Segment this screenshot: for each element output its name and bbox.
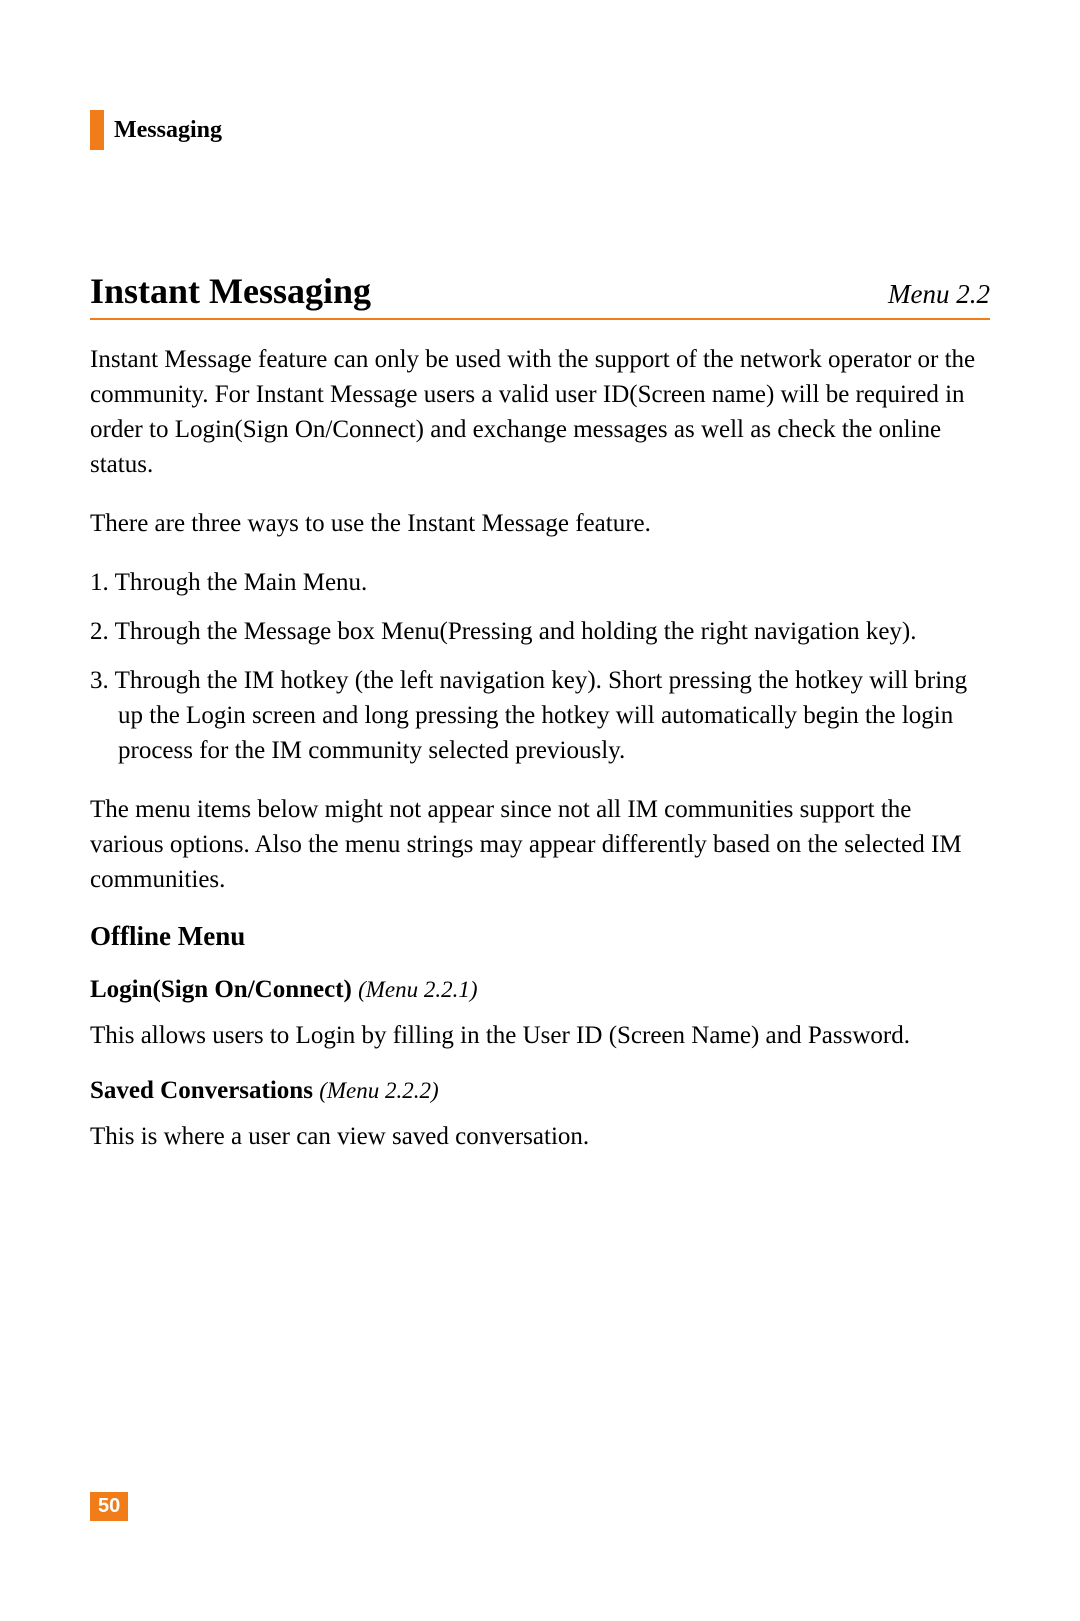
saved-heading: Saved Conversations (Menu 2.2.2) [90, 1077, 990, 1105]
list-item-text: Through the Message box Menu(Pressing an… [115, 618, 917, 645]
ways-list: 1. Through the Main Menu. 2. Through the… [90, 565, 990, 768]
list-item-text: Through the Main Menu. [115, 569, 368, 596]
list-item: 2. Through the Message box Menu(Pressing… [90, 614, 990, 649]
page-number: 50 [90, 1492, 128, 1521]
login-heading: Login(Sign On/Connect) (Menu 2.2.1) [90, 976, 990, 1004]
header-accent-bar [90, 110, 104, 150]
offline-menu-heading: Offline Menu [90, 921, 990, 952]
login-menu-ref: (Menu 2.2.1) [358, 977, 477, 1002]
login-title: Login(Sign On/Connect) [90, 976, 352, 1003]
title-row: Instant Messaging Menu 2.2 [90, 270, 990, 320]
intro-paragraph: Instant Message feature can only be used… [90, 342, 990, 482]
menu-label: Menu 2.2 [888, 279, 990, 310]
page-title: Instant Messaging [90, 270, 371, 312]
saved-menu-ref: (Menu 2.2.2) [319, 1078, 438, 1103]
list-item: 1. Through the Main Menu. [90, 565, 990, 600]
ways-intro: There are three ways to use the Instant … [90, 506, 990, 541]
header-section-name: Messaging [114, 117, 222, 144]
login-body: This allows users to Login by filling in… [90, 1018, 990, 1053]
saved-title: Saved Conversations [90, 1077, 313, 1104]
list-item: 3. Through the IM hotkey (the left navig… [90, 663, 990, 768]
page-content: Messaging Instant Messaging Menu 2.2 Ins… [0, 0, 1080, 1154]
saved-body: This is where a user can view saved conv… [90, 1119, 990, 1154]
page-header: Messaging [90, 110, 990, 150]
list-item-text: Through the IM hotkey (the left navigati… [115, 667, 968, 764]
note-paragraph: The menu items below might not appear si… [90, 792, 990, 897]
